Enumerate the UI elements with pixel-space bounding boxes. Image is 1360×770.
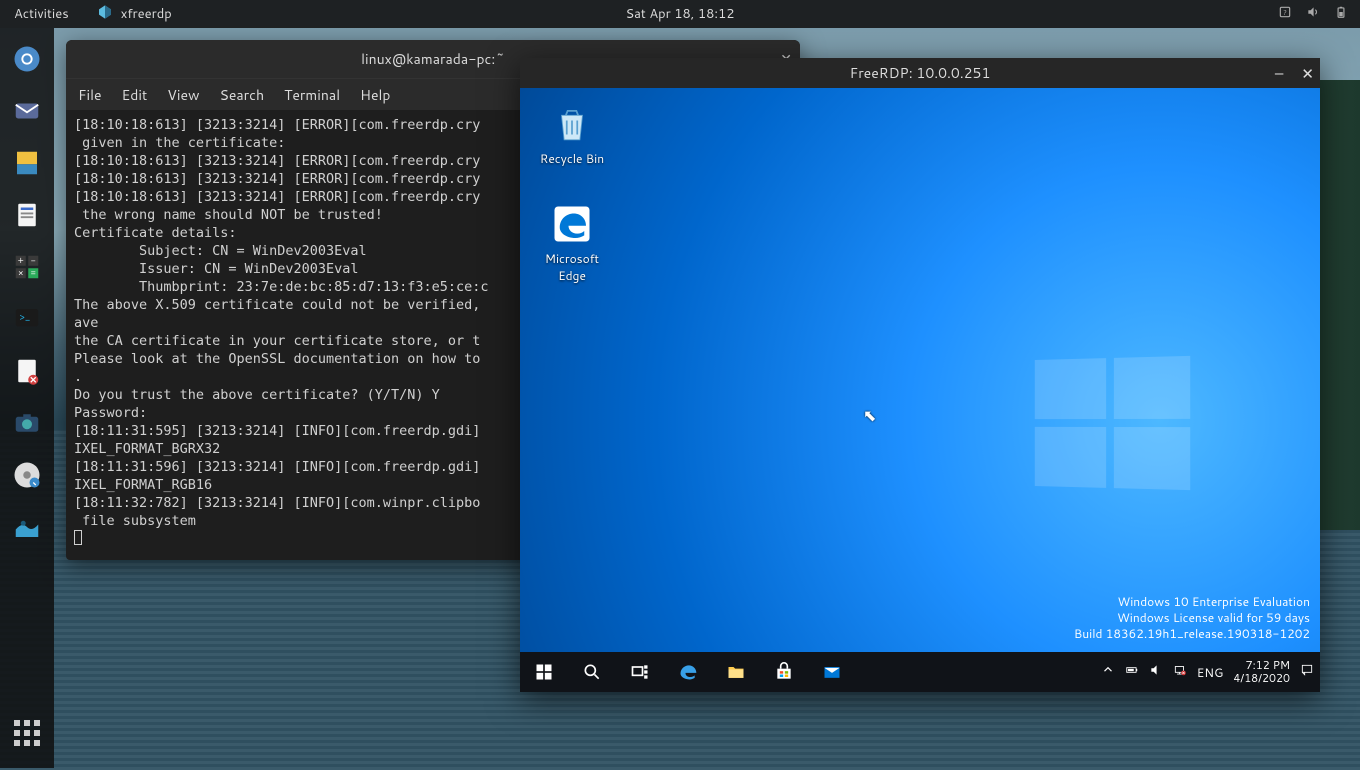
windows-systray: ENG 7:12 PM 4/18/2020 — [1101, 652, 1320, 692]
apps-grid-icon — [14, 720, 40, 746]
dock-mail[interactable] — [8, 92, 46, 130]
xfreerdp-icon — [97, 4, 113, 25]
windows-taskbar: ENG 7:12 PM 4/18/2020 — [520, 652, 1320, 692]
taskbar-edge[interactable] — [664, 652, 712, 692]
recycle-bin-icon — [550, 102, 594, 146]
activities-button[interactable]: Activities — [0, 0, 83, 28]
tray-volume-icon[interactable] — [1149, 663, 1163, 681]
dock-editor[interactable] — [8, 352, 46, 390]
windows-logo-wallpaper — [1035, 356, 1190, 490]
tray-network-icon[interactable] — [1173, 663, 1187, 681]
dock-wireshark[interactable] — [8, 508, 46, 546]
menu-edit[interactable]: Edit — [122, 85, 148, 105]
watermark-line: Build 18362.19h1_release.190318-1202 — [1074, 626, 1310, 642]
volume-icon[interactable] — [1306, 5, 1320, 24]
tray-overflow-icon[interactable] — [1101, 663, 1115, 681]
terminal-title-text: linux@kamarada-pc:~ — [361, 49, 505, 69]
dock-libreoffice[interactable] — [8, 196, 46, 234]
taskbar-taskview[interactable] — [616, 652, 664, 692]
edge-icon — [550, 202, 594, 246]
gnome-dock: +−× = >_ — [0, 28, 54, 768]
tray-battery-icon[interactable] — [1125, 663, 1139, 681]
desktop-icon-label: Recycle Bin — [534, 150, 610, 167]
svg-text:>_: >_ — [20, 310, 31, 324]
system-tray[interactable]: ? — [1266, 5, 1360, 24]
menu-search[interactable]: Search — [220, 85, 265, 105]
gnome-topbar: Activities xfreerdp Sat Apr 18, 18:12 ? — [0, 0, 1360, 28]
dock-media[interactable] — [8, 456, 46, 494]
menu-view[interactable]: View — [167, 85, 199, 105]
start-button[interactable] — [520, 652, 568, 692]
windows-watermark: Windows 10 Enterprise Evaluation Windows… — [1074, 594, 1310, 642]
dock-pidgin[interactable] — [8, 144, 46, 182]
freerdp-titlebar[interactable]: FreeRDP: 10.0.0.251 – ✕ — [520, 58, 1320, 88]
battery-icon[interactable] — [1334, 5, 1348, 24]
menu-terminal[interactable]: Terminal — [284, 85, 340, 105]
svg-text:=: = — [30, 266, 36, 279]
desktop-icon-label: Microsoft Edge — [534, 250, 610, 284]
freerdp-window: FreeRDP: 10.0.0.251 – ✕ Recycle Bin Micr… — [520, 58, 1320, 692]
dock-chromium[interactable] — [8, 40, 46, 78]
taskbar-mail[interactable] — [808, 652, 856, 692]
accessibility-icon[interactable]: ? — [1278, 5, 1292, 24]
dock-terminal[interactable]: >_ — [8, 300, 46, 338]
freerdp-minimize-icon[interactable]: – — [1275, 63, 1284, 84]
tray-language[interactable]: ENG — [1197, 664, 1224, 681]
desktop-icon-recycle-bin[interactable]: Recycle Bin — [534, 102, 610, 167]
desktop-icon-edge[interactable]: Microsoft Edge — [534, 202, 610, 284]
watermark-line: Windows License valid for 59 days — [1074, 610, 1310, 626]
freerdp-close-icon[interactable]: ✕ — [1301, 63, 1314, 84]
svg-text:−: − — [31, 253, 36, 266]
focused-app-menu[interactable]: xfreerdp — [83, 0, 186, 28]
taskbar-search[interactable] — [568, 652, 616, 692]
freerdp-title-text: FreeRDP: 10.0.0.251 — [850, 63, 991, 83]
menu-help[interactable]: Help — [360, 85, 390, 105]
dock-calculator[interactable]: +−× = — [8, 248, 46, 286]
windows-desktop[interactable]: Recycle Bin Microsoft Edge ⬉ Windows 10 … — [520, 88, 1320, 692]
clock[interactable]: Sat Apr 18, 18:12 — [611, 0, 748, 28]
svg-text:?: ? — [1283, 7, 1287, 17]
dock-show-apps[interactable] — [8, 714, 46, 752]
menu-file[interactable]: File — [78, 85, 102, 105]
taskbar-store[interactable] — [760, 652, 808, 692]
focused-app-label: xfreerdp — [121, 5, 172, 23]
svg-text:×: × — [18, 266, 24, 279]
watermark-line: Windows 10 Enterprise Evaluation — [1074, 594, 1310, 610]
tray-notifications-icon[interactable] — [1300, 663, 1314, 681]
tray-clock[interactable]: 7:12 PM 4/18/2020 — [1233, 659, 1290, 685]
dock-screenshot[interactable] — [8, 404, 46, 442]
taskbar-explorer[interactable] — [712, 652, 760, 692]
tray-date: 4/18/2020 — [1233, 672, 1290, 685]
svg-text:+: + — [18, 253, 24, 266]
mouse-cursor-icon: ⬉ — [863, 404, 876, 427]
